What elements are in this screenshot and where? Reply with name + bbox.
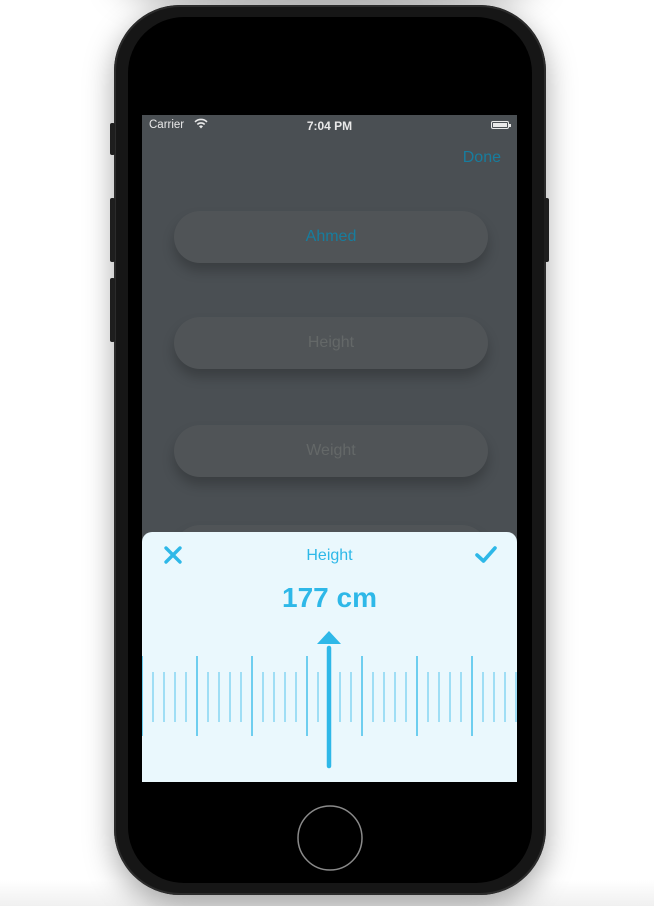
volume-down-button xyxy=(110,278,115,342)
done-button[interactable]: Done xyxy=(463,149,501,167)
ruler-pointer-arrow-icon xyxy=(317,631,341,644)
home-button[interactable] xyxy=(295,803,365,873)
picker-title: Height xyxy=(306,547,353,564)
checkmark-icon[interactable] xyxy=(474,544,498,566)
volume-up-button xyxy=(110,198,115,262)
app-screen: Carrier 7:04 PM Done Ahmed Height Weight… xyxy=(142,115,517,782)
height-field[interactable]: Height xyxy=(174,317,488,369)
power-button xyxy=(544,198,549,262)
mute-switch xyxy=(110,123,115,155)
height-ruler[interactable] xyxy=(142,630,517,770)
name-field[interactable]: Ahmed xyxy=(174,211,488,263)
height-picker-sheet: Height 177 cm xyxy=(142,532,517,782)
battery-icon xyxy=(491,121,511,129)
status-bar: Carrier 7:04 PM xyxy=(142,115,517,135)
height-value: 177 cm xyxy=(282,582,377,613)
weight-field[interactable]: Weight xyxy=(174,425,488,477)
clock: 7:04 PM xyxy=(306,119,353,133)
